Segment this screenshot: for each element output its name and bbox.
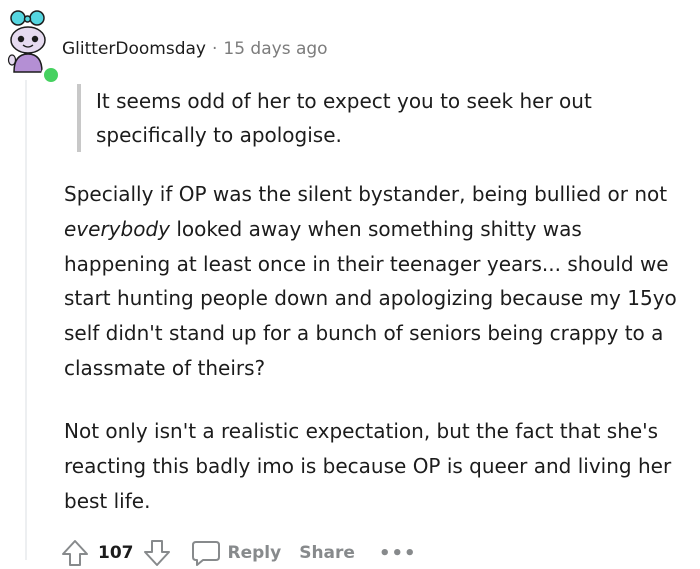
vote-count: 107 <box>98 543 134 563</box>
comment-action-bar: 107 Reply Share ••• <box>60 537 416 569</box>
blockquote: It seems odd of her to expect you to see… <box>77 84 696 152</box>
ellipsis-icon: ••• <box>378 542 417 564</box>
username-link[interactable]: GlitterDoomsday <box>62 39 206 59</box>
separator-dot: · <box>211 39 218 59</box>
downvote-button[interactable] <box>142 538 172 568</box>
reply-button[interactable]: Reply <box>190 538 282 568</box>
timestamp-link[interactable]: 15 days ago <box>223 39 327 59</box>
share-button[interactable]: Share <box>299 543 355 563</box>
comment-paragraph-2: Not only isn't a realistic expectation, … <box>64 419 672 513</box>
paragraph-1-text-before: Specially if OP was the silent bystander… <box>64 182 668 206</box>
thread-line[interactable] <box>25 80 27 560</box>
online-status-dot <box>41 65 61 85</box>
arrow-up-outline-icon <box>62 540 88 566</box>
paragraph-1-emphasis: everybody <box>64 216 170 241</box>
comment-header: GlitterDoomsday · 15 days ago <box>62 37 328 61</box>
reply-label: Reply <box>227 543 282 563</box>
arrow-down-outline-icon <box>143 540 170 566</box>
paragraph-1-text-after: looked away when something shitty was ha… <box>64 216 677 380</box>
share-label: Share <box>299 543 355 563</box>
speech-bubble-icon <box>191 541 220 566</box>
more-options-button[interactable]: ••• <box>379 543 417 564</box>
avatar[interactable] <box>4 10 61 85</box>
upvote-button[interactable] <box>60 538 90 568</box>
comment-paragraph-1: Specially if OP was the silent bystander… <box>64 177 692 386</box>
